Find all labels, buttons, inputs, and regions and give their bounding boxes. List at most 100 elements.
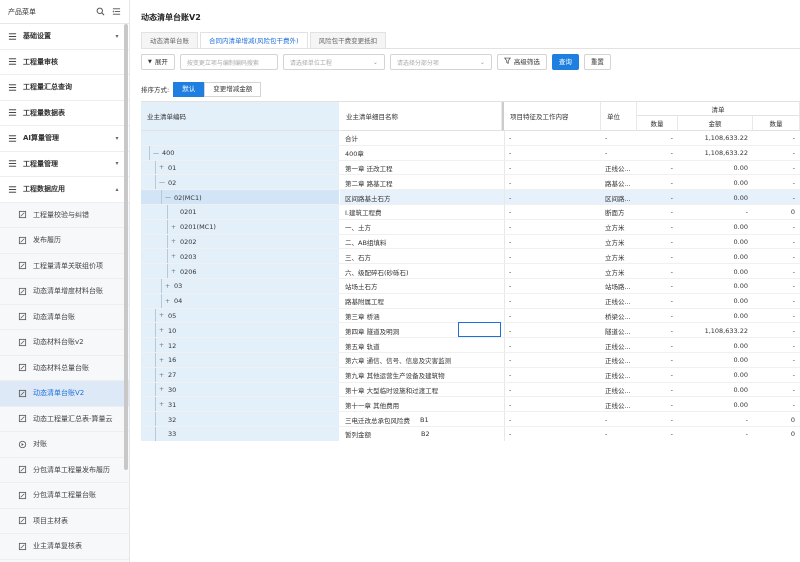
caret-down-icon[interactable]: ▾: [113, 33, 121, 40]
expand-node-icon[interactable]: +: [159, 401, 165, 408]
expand-node-icon[interactable]: +: [159, 386, 165, 393]
expand-node-icon[interactable]: +: [171, 224, 177, 231]
query-button[interactable]: 查询: [551, 54, 579, 70]
sidebar-item[interactable]: 工程量校验与纠错: [0, 202, 129, 228]
sidebar-scrollbar[interactable]: [124, 24, 128, 470]
expand-node-icon[interactable]: +: [159, 312, 165, 319]
collapse-node-icon[interactable]: —: [153, 150, 159, 157]
table-row[interactable]: 0201 Ⅰ.建筑工程费 - 断面方 - -0: [141, 205, 800, 220]
expand-button[interactable]: ▼ 展开: [141, 54, 175, 70]
sidebar-item[interactable]: 工程量审核: [0, 49, 129, 75]
unit-select[interactable]: 请选择单位工程 ⌄: [282, 54, 385, 70]
table-row[interactable]: 合计 - - -1,108,633.22-: [141, 131, 800, 146]
table-row[interactable]: +12 第五章 轨道 - 正线公... -0.00-: [141, 338, 800, 353]
sidebar-item[interactable]: 动态清单台账: [0, 304, 129, 330]
expand-node-icon[interactable]: +: [171, 268, 177, 275]
expand-node-icon[interactable]: +: [159, 164, 165, 171]
table-row[interactable]: +0202 二、AB组填料 - 立方米 -0.00-: [141, 234, 800, 250]
caret-down-icon[interactable]: ▾: [113, 135, 121, 142]
table-row[interactable]: —400 400章 - - -1,108,633.22-: [141, 145, 800, 161]
collapse-menu-icon[interactable]: [111, 7, 121, 17]
amount-cell: -: [745, 430, 748, 439]
sidebar-item[interactable]: 动态清单台账V2: [0, 381, 129, 407]
sidebar-item-label: 分包清单工程量发布履历: [33, 465, 110, 474]
advanced-filter-button[interactable]: 高级筛选: [496, 54, 547, 70]
edit-square-icon: [18, 236, 27, 245]
collapse-node-icon[interactable]: —: [165, 194, 171, 201]
sidebar-item[interactable]: 分包清单工程量发布履历: [0, 457, 129, 483]
qty-cell: -: [670, 178, 673, 187]
expand-node-icon[interactable]: +: [165, 298, 171, 305]
qty2-cell: -: [792, 371, 795, 380]
table-row[interactable]: +0206 六、级配碎石(砂砾石) - 立方米 -0.00-: [141, 264, 800, 279]
caret-down-icon[interactable]: ▾: [113, 160, 121, 167]
table-row[interactable]: +16 第六章 通信、信号、信息及灾害监测 - 正线公... -0.00-: [141, 353, 800, 368]
table-row[interactable]: +01 第一章 迁改工程 - 正线公... -0.00-: [141, 160, 800, 176]
search-input[interactable]: 按变更立项与编制编码搜索: [179, 54, 278, 70]
sidebar-item[interactable]: 动态材料台账v2: [0, 330, 129, 356]
tab-dynamic-ledger[interactable]: 动态清单台账: [141, 32, 198, 48]
sidebar-item[interactable]: 发布履历: [0, 228, 129, 254]
sidebar-item[interactable]: 工程数据应用 ▴: [0, 177, 129, 203]
table-row[interactable]: 33 暂列金额 B2- - - -0: [141, 427, 800, 441]
qty2-cell: -: [792, 252, 795, 261]
sidebar-item[interactable]: 对账: [0, 432, 129, 458]
name-cell: 第十一章 其他费用: [340, 397, 502, 412]
sidebar-item[interactable]: 工程量数据表: [0, 100, 129, 126]
expand-node-icon[interactable]: +: [159, 327, 165, 334]
feature-cell: -: [504, 427, 601, 441]
header-name[interactable]: 业主清单细目名称: [340, 102, 502, 131]
table-row[interactable]: +31 第十一章 其他费用 - 正线公... -0.00-: [141, 397, 800, 413]
header-feature[interactable]: 项目特征及工作内容: [502, 102, 601, 131]
table-row[interactable]: 32 三电迁改总承包风险费 B1- - - -0: [141, 412, 800, 427]
header-qty[interactable]: 数量: [637, 116, 678, 131]
sidebar-item[interactable]: 项目主材表: [0, 508, 129, 534]
advanced-filter-label: 高级筛选: [513, 58, 540, 66]
sort-default-button[interactable]: 默认: [173, 81, 205, 97]
table-row[interactable]: +04 路基附属工程 - 正线公... -0.00-: [141, 293, 800, 309]
sidebar-item[interactable]: 动态工程量汇总表-算量云: [0, 406, 129, 432]
table-row[interactable]: +0201(MC1) 一、土方 - 立方米 -0.00-: [141, 219, 800, 235]
header-code[interactable]: 业主清单编码: [141, 102, 340, 131]
sidebar-item[interactable]: 工程量汇总查询: [0, 75, 129, 101]
expand-node-icon[interactable]: +: [171, 238, 177, 245]
sidebar-item[interactable]: 工程量清单关联组价项: [0, 253, 129, 279]
qty2-cell: -: [792, 356, 795, 365]
tree-guide: [155, 412, 156, 427]
caret-up-icon[interactable]: ▴: [113, 186, 121, 193]
table-row[interactable]: +27 第九章 其他运营生产设备及建筑物 - 正线公... -0.00-: [141, 367, 800, 383]
tree-guide: [155, 367, 156, 383]
sidebar-item[interactable]: 业主清单复核表: [0, 534, 129, 560]
header-qty-2[interactable]: 数量: [753, 116, 800, 131]
table-row[interactable]: +0203 三、石方 - 立方米 -0.00-: [141, 249, 800, 265]
expand-node-icon[interactable]: +: [165, 283, 171, 290]
table-row[interactable]: —02 第二章 路基工程 - 路基公... -0.00-: [141, 175, 800, 191]
table-row[interactable]: +30 第十章 大型临时设施和过渡工程 - 正线公... -0.00-: [141, 382, 800, 398]
tab-risk-deduction[interactable]: 风险包干费变更抵扣: [309, 32, 387, 48]
expand-node-icon[interactable]: +: [159, 372, 165, 379]
qty2-cell: -: [792, 149, 795, 158]
tree-guide: [167, 219, 168, 235]
table-row[interactable]: +03 站场土石方 - 站场路... -0.00-: [141, 279, 800, 294]
sidebar-item[interactable]: 工程量管理 ▾: [0, 151, 129, 177]
sidebar-item[interactable]: 动态清单增度材料台账: [0, 279, 129, 305]
feature-cell: -: [504, 131, 601, 146]
header-amount[interactable]: 金额: [678, 116, 753, 131]
sidebar-item[interactable]: 动态材料总量台账: [0, 355, 129, 381]
expand-node-icon[interactable]: +: [159, 357, 165, 364]
table-row[interactable]: —02(MC1) 区间路基土石方 - 区间路... -0.00-: [141, 190, 800, 205]
expand-node-icon[interactable]: +: [171, 253, 177, 260]
sort-change-amount-button[interactable]: 变更增减金额: [204, 81, 262, 97]
subitem-select[interactable]: 请选择分部分项 ⌄: [389, 54, 492, 70]
sidebar-item[interactable]: AI算量管理 ▾: [0, 126, 129, 152]
sidebar-item[interactable]: 基础设置 ▾: [0, 24, 129, 50]
header-unit[interactable]: 单位: [601, 102, 637, 131]
code-text: 0203: [180, 252, 197, 261]
sidebar-item[interactable]: 分包清单工程量台账: [0, 483, 129, 509]
expand-node-icon[interactable]: +: [159, 342, 165, 349]
search-icon[interactable]: [95, 7, 105, 17]
collapse-node-icon[interactable]: —: [159, 179, 165, 186]
focused-cell[interactable]: [458, 322, 501, 337]
reset-button[interactable]: 重置: [583, 54, 611, 70]
tab-contract-change[interactable]: 合同内清单增减(风险包干费外): [200, 32, 308, 48]
